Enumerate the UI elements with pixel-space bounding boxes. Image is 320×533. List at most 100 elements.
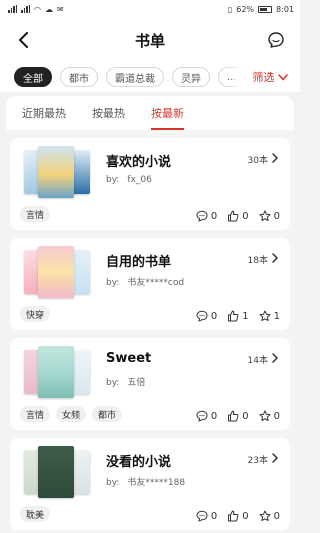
comment-count: 0 <box>210 510 218 522</box>
by-label: by: <box>106 278 120 288</box>
booklist-title: 没看的小说 <box>106 455 172 470</box>
booklist-list: 喜欢的小说 30本 by: fx_06 言情 0 0 0 自用的书单 18本 b… <box>6 130 294 530</box>
comment-stat[interactable]: 0 <box>196 410 217 422</box>
tab-newest[interactable]: 按最新 <box>151 96 184 130</box>
tab-recent-hot[interactable]: 近期最热 <box>22 96 66 130</box>
status-left-icons: ◠ ☁ ✉ <box>8 5 64 14</box>
category-chip-city[interactable]: 都市 <box>60 67 98 87</box>
thumbs-up-icon <box>228 210 239 222</box>
booklist-card[interactable]: Sweet 14本 by: 五倍 言情 女频 都市 0 0 0 <box>10 338 290 430</box>
cover-stack <box>20 346 98 398</box>
author-name: 书友*****cod <box>127 278 185 288</box>
clock: 8:01 <box>276 4 294 14</box>
by-label: by: <box>106 175 120 185</box>
chat-button[interactable] <box>264 28 288 52</box>
star-stat[interactable]: 0 <box>259 210 280 222</box>
chevron-right-icon <box>272 153 279 163</box>
vibrate-icon: ▯ <box>227 4 233 14</box>
comment-icon <box>196 410 208 422</box>
genre-tag[interactable]: 都市 <box>92 406 123 422</box>
mail-icon: ✉ <box>56 4 64 14</box>
booklist-title: 喜欢的小说 <box>106 155 172 170</box>
comment-stat[interactable]: 0 <box>196 310 217 322</box>
comment-stat[interactable]: 0 <box>196 210 217 222</box>
author-name: fx_06 <box>127 175 152 185</box>
comment-stat[interactable]: 0 <box>196 510 217 522</box>
page-title: 书单 <box>134 31 165 50</box>
star-count: 1 <box>273 310 280 322</box>
star-stat[interactable]: 1 <box>259 310 280 322</box>
book-cover <box>38 146 74 198</box>
genre-tag[interactable]: 女频 <box>56 406 87 422</box>
book-count: 30本 <box>247 156 268 166</box>
booklist-card[interactable]: 喜欢的小说 30本 by: fx_06 言情 0 0 0 <box>10 138 290 230</box>
author-name: 书友*****188 <box>127 478 186 488</box>
battery-percent: 62% <box>236 4 255 14</box>
genre-tag[interactable]: 言情 <box>20 406 51 422</box>
filter-label: 筛选 <box>252 71 275 84</box>
booklist-card[interactable]: 自用的书单 18本 by: 书友*****cod 快穿 0 1 1 <box>10 238 290 330</box>
top-bar: 书单 <box>0 18 300 62</box>
chevron-right-icon <box>272 453 279 463</box>
category-chip-ceo[interactable]: 霸道总裁 <box>106 67 164 87</box>
star-count: 0 <box>273 210 280 222</box>
like-stat[interactable]: 0 <box>227 210 249 222</box>
star-stat[interactable]: 0 <box>259 410 280 422</box>
tag-row: 耽美 <box>20 506 51 522</box>
booklist-title: Sweet <box>106 351 152 366</box>
chevron-down-icon <box>277 73 288 81</box>
booklist-panel: 近期最热 按最热 按最新 喜欢的小说 30本 by: fx_06 言情 0 0 … <box>6 96 294 533</box>
category-filter-bar: 全部 都市 霸道总裁 灵异 ... 筛选 <box>0 62 300 92</box>
like-stat[interactable]: 0 <box>227 410 249 422</box>
signal-icon <box>8 5 17 13</box>
star-count: 0 <box>273 410 280 422</box>
like-count: 1 <box>242 310 249 322</box>
stats-row: 0 0 0 <box>196 510 280 522</box>
cloud-icon: ☁ <box>44 4 53 14</box>
like-count: 0 <box>242 210 249 222</box>
wifi-icon: ◠ <box>34 4 41 14</box>
booklist-author: by: 书友*****188 <box>106 475 185 488</box>
comment-icon <box>196 310 208 322</box>
stats-row: 0 0 0 <box>196 210 280 222</box>
sort-tabs: 近期最热 按最热 按最新 <box>6 96 294 130</box>
genre-tag[interactable]: 快穿 <box>20 306 51 322</box>
star-icon <box>259 510 271 521</box>
by-label: by: <box>106 478 120 488</box>
thumbs-up-icon <box>228 510 239 522</box>
like-stat[interactable]: 0 <box>227 510 249 522</box>
booklist-card[interactable]: 没看的小说 23本 by: 书友*****188 耽美 0 0 0 <box>10 438 290 530</box>
book-cover <box>38 246 74 298</box>
star-stat[interactable]: 0 <box>259 510 280 522</box>
comment-count: 0 <box>210 210 218 222</box>
chevron-right-icon <box>272 253 279 263</box>
category-chip-supernatural[interactable]: 灵异 <box>172 67 210 87</box>
comment-icon <box>196 210 208 222</box>
tag-row: 快穿 <box>20 306 51 322</box>
book-count: 18本 <box>247 256 268 266</box>
filter-button[interactable]: 筛选 <box>240 62 300 92</box>
book-cover <box>38 346 74 398</box>
like-count: 0 <box>242 510 249 522</box>
comment-count: 0 <box>210 410 218 422</box>
signal-icon <box>21 5 30 13</box>
booklist-author: by: fx_06 <box>106 175 152 185</box>
tab-hottest[interactable]: 按最热 <box>92 96 125 130</box>
book-cover <box>38 446 74 498</box>
cover-stack <box>20 446 98 498</box>
comment-count: 0 <box>210 310 218 322</box>
battery-icon <box>258 5 273 13</box>
thumbs-up-icon <box>228 410 239 422</box>
author-name: 五倍 <box>127 378 146 388</box>
genre-tag[interactable]: 耽美 <box>20 506 51 522</box>
cover-stack <box>20 246 98 298</box>
genre-tag[interactable]: 言情 <box>20 206 51 222</box>
category-chip-all[interactable]: 全部 <box>14 67 52 87</box>
by-label: by: <box>106 378 120 388</box>
booklist-author: by: 书友*****cod <box>106 275 184 288</box>
status-bar: ◠ ☁ ✉ ▯ 62% 8:01 <box>0 0 300 18</box>
booklist-author: by: 五倍 <box>106 375 145 388</box>
like-stat[interactable]: 1 <box>227 310 249 322</box>
chat-bubble-icon <box>268 32 284 48</box>
back-button[interactable] <box>12 28 36 52</box>
